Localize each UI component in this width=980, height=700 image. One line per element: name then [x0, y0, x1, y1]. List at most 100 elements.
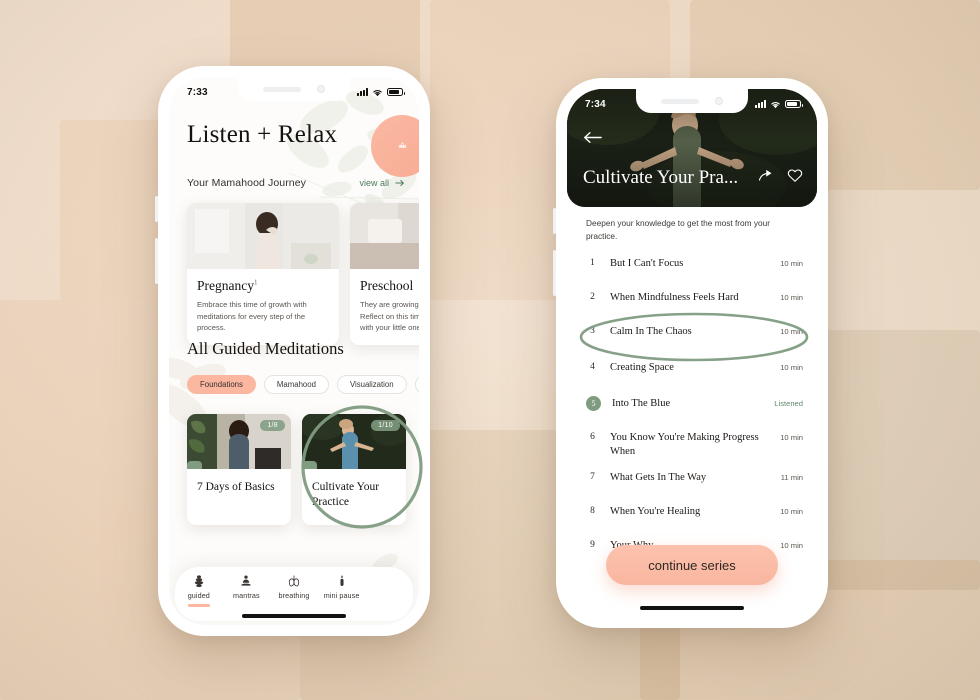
meditating-figure-icon	[241, 575, 252, 586]
card-title: 7 Days of Basics	[197, 481, 275, 493]
phone-mockup-left: 7:33 Listen + Relax Your Mamahood Journe…	[155, 66, 430, 636]
track-number: 9	[590, 539, 595, 550]
track-row[interactable]: 7 What Gets In The Way 11 min	[586, 471, 803, 494]
battery-icon	[785, 100, 803, 108]
card-title: Pregnancy1	[197, 278, 258, 293]
wifi-icon	[771, 101, 780, 108]
track-title: What Gets In The Way	[610, 471, 707, 483]
section-label: Your Mamahood Journey	[187, 177, 307, 189]
share-button[interactable]	[758, 168, 773, 188]
track-duration: 10 min	[780, 363, 803, 372]
status-icons	[357, 88, 405, 97]
continue-series-button[interactable]: continue series	[606, 545, 778, 585]
status-bar-right: 7:34	[567, 89, 817, 115]
journey-card[interactable]: Pregnancy1 Embrace this time of growth w…	[187, 203, 339, 345]
phone-mockup-right: Cultivate Your Pra... 7:34 Deepen your k…	[553, 78, 828, 628]
card-body: 7 Days of Basics	[187, 469, 291, 511]
card-thumbnail	[350, 203, 419, 269]
chip-partial[interactable]: M	[414, 375, 419, 394]
app-screen-home: 7:33 Listen + Relax Your Mamahood Journe…	[169, 77, 419, 625]
status-time: 7:33	[187, 86, 208, 98]
category-chip-row[interactable]: Foundations Mamahood Visualization M	[187, 375, 419, 394]
track-duration: 10 min	[780, 540, 803, 550]
card-description: They are growing up so fast, Mama. Refle…	[360, 300, 419, 333]
series-description: Deepen your knowledge to get the most fr…	[586, 218, 771, 242]
card-title: Preschool	[360, 278, 414, 293]
arrow-left-icon	[584, 132, 602, 143]
hero-bottom-row: Cultivate Your Pra...	[583, 167, 803, 189]
track-title: Into The Blue	[612, 398, 671, 409]
chip-foundations[interactable]: Foundations	[187, 375, 256, 394]
card-tab-marker	[187, 461, 202, 469]
tab-breathing[interactable]: breathing	[270, 574, 318, 600]
section-header-journey: Your Mamahood Journey view all	[187, 177, 405, 189]
share-icon	[758, 169, 772, 181]
track-row[interactable]: 2 When Mindfulness Feels Hard 10 min	[586, 291, 803, 314]
track-title: When Mindfulness Feels Hard	[610, 292, 739, 303]
series-title: Cultivate Your Pra...	[583, 167, 739, 188]
battery-icon	[387, 88, 405, 96]
track-title: Calm In The Chaos	[610, 326, 692, 337]
track-row[interactable]: 8 When You're Healing 10 min	[586, 505, 803, 528]
home-indicator	[242, 614, 346, 618]
tab-mantras[interactable]: mantras	[223, 574, 271, 600]
card-tab-marker	[302, 461, 317, 469]
lungs-icon	[288, 575, 300, 587]
card-thumbnail	[187, 203, 339, 269]
chip-mamahood[interactable]: Mamahood	[263, 375, 329, 394]
track-number: 1	[590, 258, 595, 268]
track-duration: 10 min	[780, 327, 803, 336]
status-time: 7:34	[585, 98, 606, 110]
bottom-tab-bar[interactable]: guided mantras breathing mini pause	[175, 567, 413, 621]
card-title: Cultivate Your Practice	[312, 481, 380, 508]
track-number: 6	[590, 432, 595, 442]
tab-active-underline	[187, 604, 210, 607]
track-duration: 10 min	[780, 293, 803, 302]
signal-bars-icon	[357, 88, 368, 96]
track-number: 7	[590, 471, 595, 482]
home-indicator	[640, 606, 744, 610]
track-row[interactable]: 3 Calm In The Chaos 10 min	[586, 325, 803, 348]
view-all-label: view all	[359, 178, 389, 188]
track-row[interactable]: 4 Creating Space 10 min	[586, 361, 803, 384]
page-title: Listen + Relax	[187, 121, 338, 148]
tab-label: mantras	[233, 591, 260, 600]
signal-bars-icon	[755, 100, 766, 108]
track-row[interactable]: 1 But I Can't Focus 10 min	[586, 257, 803, 280]
meditation-card[interactable]: 1/10 Cultivate Your Practice	[302, 414, 406, 526]
track-number: 8	[590, 505, 595, 516]
track-status-badge: Listened	[774, 399, 803, 408]
chip-visualization[interactable]: Visualization	[336, 375, 407, 394]
tab-label: breathing	[278, 591, 310, 600]
track-list: 1 But I Can't Focus 10 min 2 When Mindfu…	[586, 257, 803, 573]
track-row[interactable]: 6 You Know You're Making Progress When 1…	[586, 431, 803, 460]
meditation-card[interactable]: 1/8 7 Days of Basics	[187, 414, 291, 526]
favorite-button[interactable]	[787, 168, 803, 188]
track-title: When You're Healing	[610, 505, 701, 517]
journey-card-row[interactable]: Pregnancy1 Embrace this time of growth w…	[187, 203, 419, 345]
card-thumbnail: 1/8	[187, 414, 291, 469]
lotus-circle-button[interactable]	[371, 115, 419, 177]
card-thumbnail: 1/10	[302, 414, 406, 469]
arrow-right-icon	[395, 180, 404, 186]
speaker-grille	[263, 86, 301, 92]
track-row-listened[interactable]: 5 Into The Blue Listened	[586, 396, 803, 420]
track-number: 3	[590, 326, 595, 336]
tab-mini-pause[interactable]: mini pause	[318, 574, 366, 600]
app-screen-series-detail: Cultivate Your Pra... 7:34 Deepen your k…	[567, 89, 817, 617]
wifi-icon	[373, 89, 382, 96]
track-number: 4	[590, 362, 595, 372]
view-all-link[interactable]: view all	[359, 178, 405, 188]
tab-label: guided	[187, 591, 210, 600]
back-button[interactable]	[583, 131, 602, 149]
track-number-completed: 5	[586, 396, 601, 411]
background-vignette	[0, 0, 980, 700]
journey-card[interactable]: Preschool They are growing up so fast, M…	[350, 203, 419, 345]
candle-icon	[340, 575, 344, 586]
track-number: 2	[590, 292, 595, 302]
meditation-card-row[interactable]: 1/8 7 Days of Basics 1/10 Cultivate Your…	[187, 414, 406, 526]
track-duration: 10 min	[780, 506, 803, 516]
card-body: Preschool They are growing up so fast, M…	[350, 269, 419, 345]
tab-guided[interactable]: guided	[175, 574, 223, 607]
card-body: Pregnancy1 Embrace this time of growth w…	[187, 269, 339, 345]
